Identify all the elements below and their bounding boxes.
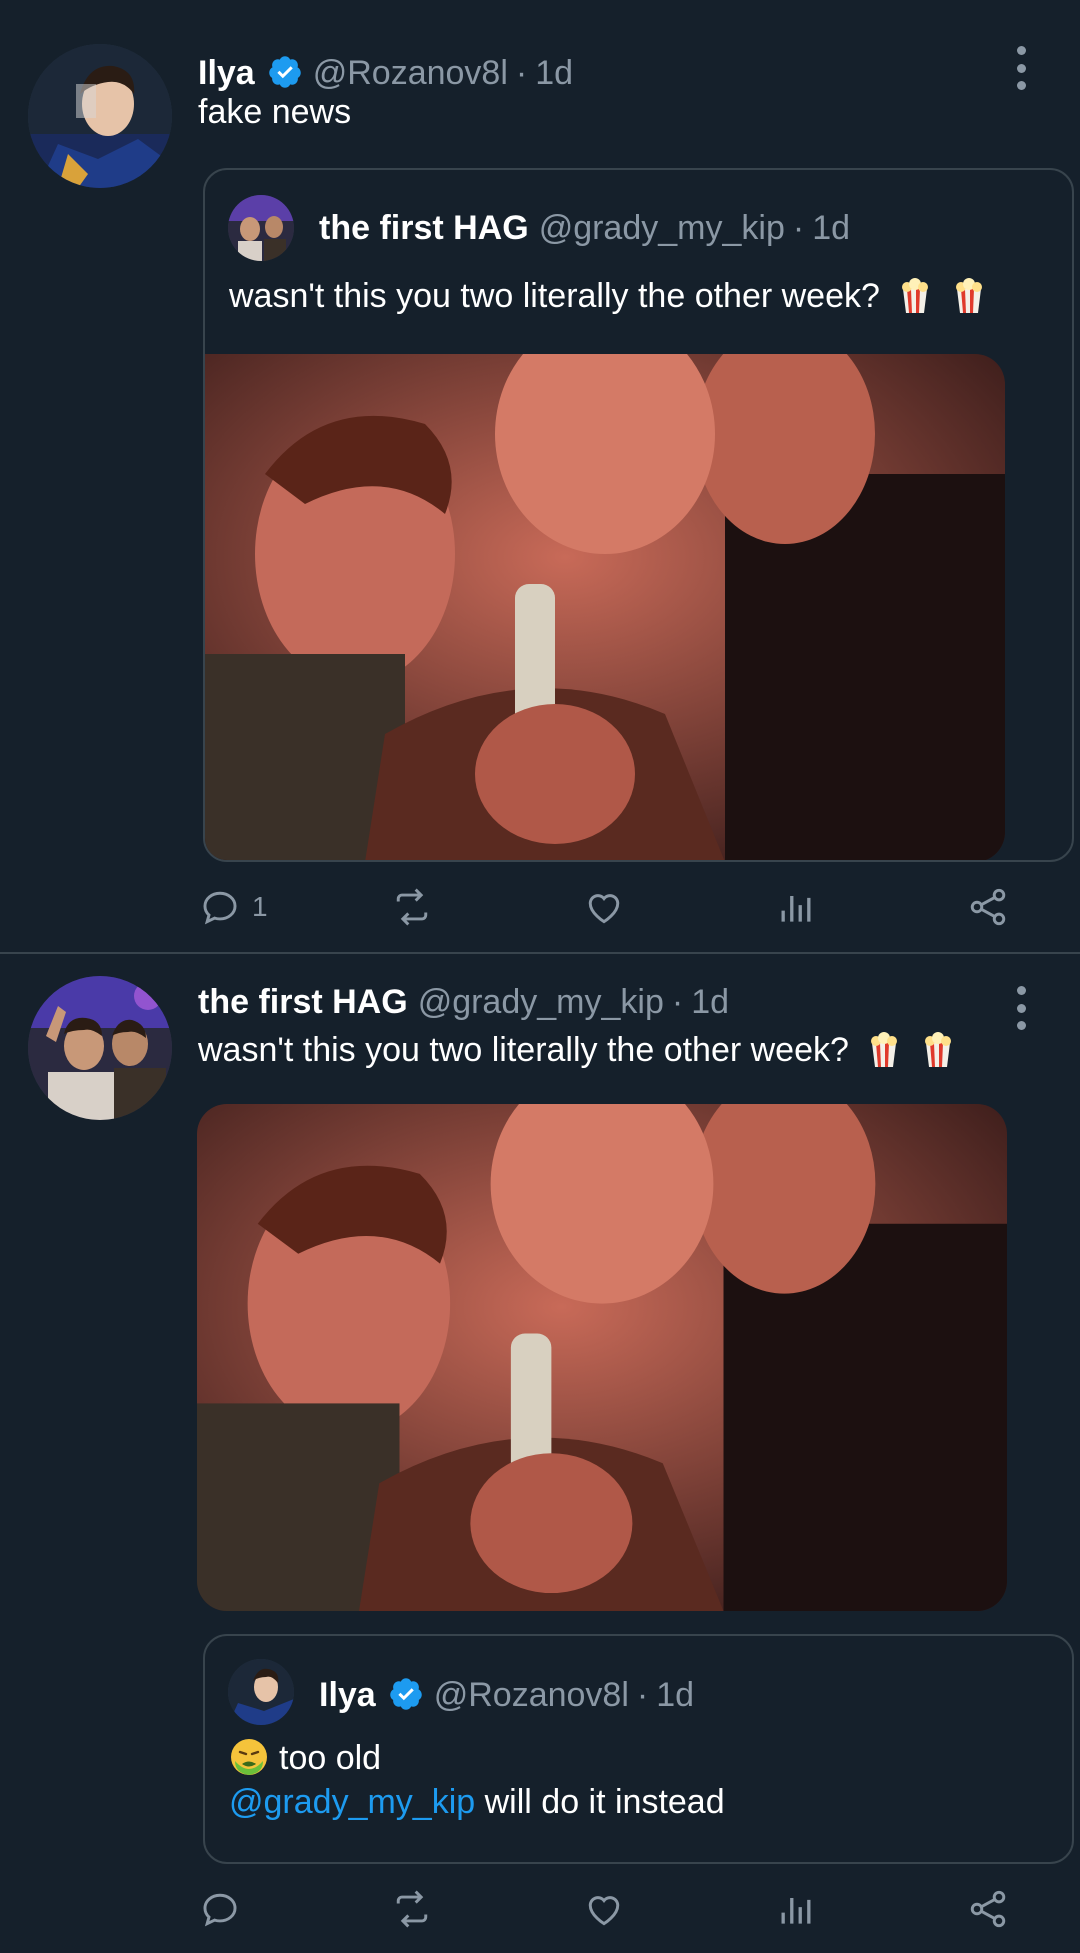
retweet-icon: [396, 888, 428, 926]
timestamp[interactable]: 1d: [691, 982, 729, 1022]
mention-link[interactable]: @grady_my_kip: [229, 1783, 475, 1821]
reply-button[interactable]: [198, 1879, 242, 1939]
separator: ·: [515, 54, 528, 92]
separator: ·: [792, 209, 805, 247]
verified-icon: [389, 1678, 422, 1710]
quoted-tweet[interactable]: Ilya @Rozanov8l · 1d too old @grady_my_k…: [203, 1634, 1074, 1864]
analytics-button[interactable]: [774, 1879, 818, 1939]
quoted-header: the first HAG @grady_my_kip · 1d: [319, 208, 850, 248]
share-button[interactable]: [966, 1879, 1010, 1939]
more-icon[interactable]: [1011, 46, 1031, 90]
like-icon: [588, 1896, 620, 1926]
popcorn-emoji: [871, 1032, 898, 1067]
action-bar: [0, 1879, 1080, 1939]
quoted-text: wasn't this you two literally the other …: [229, 277, 880, 315]
tweet-text: fake news: [198, 93, 352, 131]
more-icon[interactable]: [1011, 986, 1031, 1030]
quoted-text-line-1: too old: [229, 1736, 381, 1780]
timestamp[interactable]: 1d: [535, 53, 573, 93]
quoted-text-line-2: @grady_my_kip will do it instead: [229, 1780, 725, 1824]
quoted-author-name: Ilya: [319, 1676, 376, 1714]
tweet-header: Ilya @Rozanov8l · 1d: [198, 48, 573, 93]
separator: ·: [671, 983, 684, 1021]
reply-count: 1: [252, 891, 268, 922]
retweet-button[interactable]: [390, 1879, 434, 1939]
tweet-2[interactable]: the first HAG @grady_my_kip · 1d wasn't …: [0, 954, 1080, 1953]
tweet-media-image[interactable]: [197, 1104, 1007, 1611]
quoted-author-avatar: [228, 1659, 294, 1725]
quoted-text-rest: will do it instead: [475, 1783, 725, 1821]
author-name[interactable]: the first HAG: [198, 982, 408, 1022]
popcorn-emoji: [924, 1032, 951, 1067]
quoted-text: too old: [279, 1739, 382, 1777]
quoted-author-handle: @grady_my_kip: [538, 209, 785, 247]
author-name[interactable]: Ilya: [198, 53, 255, 93]
tweet-text-line: wasn't this you two literally the other …: [198, 1028, 956, 1072]
like-icon: [588, 894, 620, 924]
reply-icon: [203, 891, 237, 925]
quoted-header: Ilya @Rozanov8l · 1d: [319, 1670, 694, 1715]
reply-icon: [203, 1893, 237, 1927]
share-icon: [970, 1890, 1006, 1928]
tweet-header: the first HAG @grady_my_kip · 1d: [198, 982, 729, 1022]
share-icon: [970, 888, 1006, 926]
quoted-timestamp: 1d: [656, 1676, 695, 1714]
retweet-icon: [396, 1890, 428, 1928]
nauseated-face-emoji: [231, 1739, 267, 1775]
quoted-tweet[interactable]: the first HAG @grady_my_kip · 1d wasn't …: [203, 168, 1074, 862]
analytics-icon: [781, 1898, 811, 1924]
verified-icon: [268, 56, 301, 88]
quoted-media-image[interactable]: [205, 354, 1005, 860]
tweet-text: wasn't this you two literally the other …: [198, 1031, 849, 1069]
tweet-1[interactable]: Ilya @Rozanov8l · 1d fake news the first…: [0, 0, 1080, 950]
reply-button[interactable]: 1: [198, 877, 268, 937]
author-handle[interactable]: @Rozanov8l: [313, 53, 508, 93]
author-avatar[interactable]: [28, 976, 172, 1120]
quoted-timestamp: 1d: [812, 209, 851, 247]
quoted-author-avatar: [228, 195, 294, 261]
analytics-button[interactable]: [774, 877, 818, 937]
retweet-button[interactable]: [390, 877, 434, 937]
author-handle[interactable]: @grady_my_kip: [418, 982, 664, 1022]
quoted-author-handle: @Rozanov8l: [433, 1676, 629, 1714]
share-button[interactable]: [966, 877, 1010, 937]
separator: ·: [636, 1676, 649, 1714]
analytics-icon: [781, 896, 811, 922]
popcorn-emoji: [955, 278, 982, 313]
quoted-text-line: wasn't this you two literally the other …: [229, 274, 987, 318]
quoted-author-name: the first HAG: [319, 209, 529, 247]
like-button[interactable]: [582, 877, 626, 937]
author-avatar[interactable]: [28, 44, 172, 188]
action-bar: 1: [0, 877, 1080, 937]
popcorn-emoji: [902, 278, 929, 313]
like-button[interactable]: [582, 1879, 626, 1939]
